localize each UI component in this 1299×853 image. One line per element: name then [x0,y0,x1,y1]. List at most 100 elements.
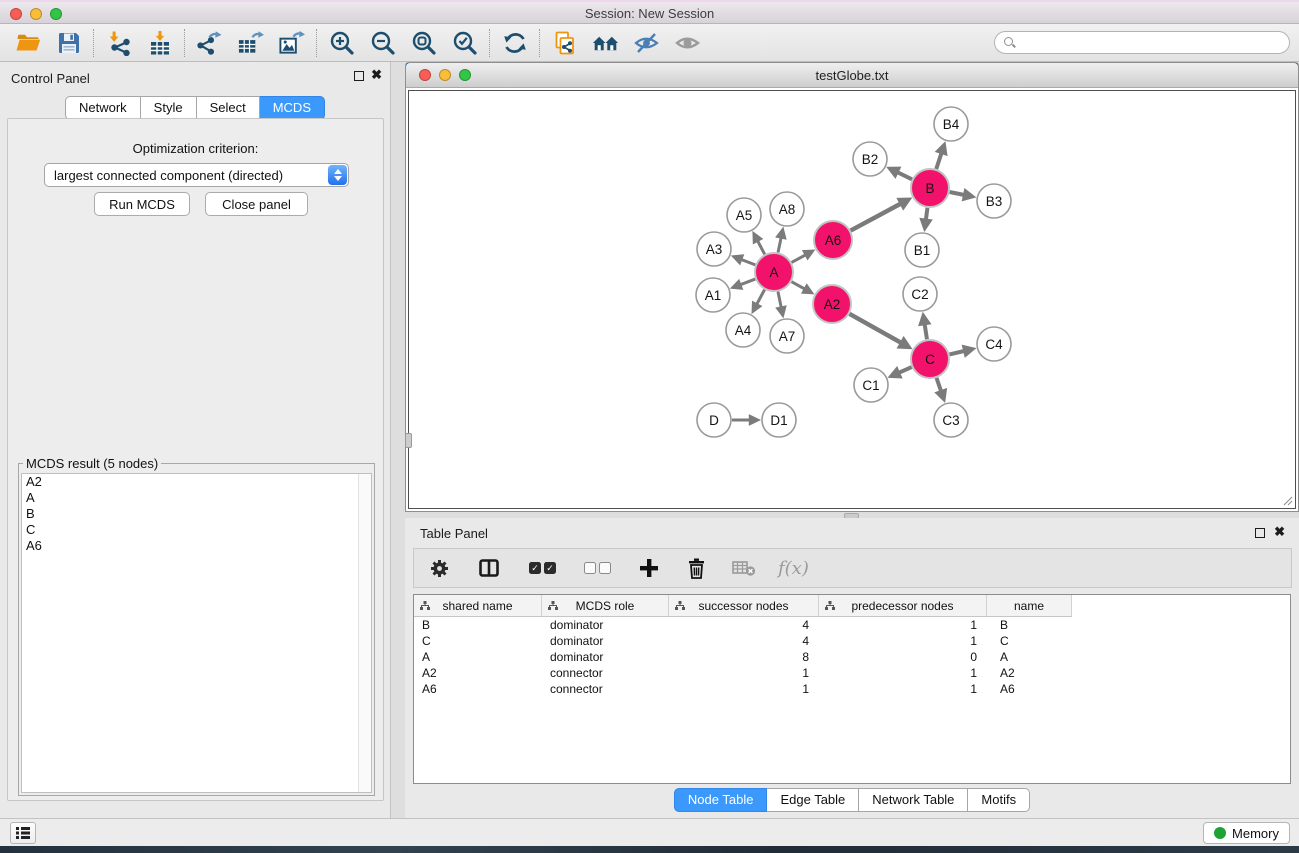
table-cell[interactable]: dominator [542,633,669,649]
graph-edge-A-A7[interactable] [778,292,781,309]
table-cell[interactable]: A2 [414,665,542,681]
table-cell[interactable]: 1 [819,617,987,633]
result-item[interactable]: A2 [22,474,371,490]
copy-network-icon[interactable] [551,29,578,56]
import-table-icon[interactable] [146,29,173,56]
mcds-result-list[interactable]: A2ABCA6 [21,473,372,793]
close-panel-icon[interactable]: ✖ [371,67,382,83]
table-cell[interactable]: 0 [819,649,987,665]
result-scrollbar[interactable] [358,474,371,792]
column-header-shared-name[interactable]: shared name [414,595,542,617]
result-item[interactable]: C [22,522,371,538]
column-layout-icon[interactable] [479,559,499,577]
tab-mcds[interactable]: MCDS [260,96,325,120]
save-session-icon[interactable] [55,29,82,56]
table-cell[interactable]: 1 [819,681,987,697]
graph-edge-A-A3[interactable] [740,259,755,265]
result-item[interactable]: A [22,490,371,506]
table-cell[interactable]: A2 [987,665,1072,681]
network-canvas[interactable]: AA1A2A3A4A5A6A7A8BB1B2B3B4CC1C2C3C4DD1 [408,90,1296,509]
graph-edge-C-C2[interactable] [925,323,927,339]
search-input[interactable] [1016,34,1289,52]
settings-gear-icon[interactable] [430,559,449,578]
graph-edge-C-C3[interactable] [937,378,942,392]
import-network-icon[interactable] [105,29,132,56]
float-table-panel-icon[interactable] [1255,528,1265,538]
graph-edge-A2-C[interactable] [849,314,901,343]
first-neighbors-icon[interactable] [592,29,619,56]
delete-column-icon[interactable] [687,558,706,579]
column-header-successor-nodes[interactable]: successor nodes [669,595,819,617]
memory-button[interactable]: Memory [1203,822,1290,844]
show-all-icon[interactable] [674,29,701,56]
result-item[interactable]: B [22,506,371,522]
table-cell[interactable]: A6 [987,681,1072,697]
table-cell[interactable]: dominator [542,617,669,633]
task-history-button[interactable] [10,822,36,844]
table-cell[interactable]: A [414,649,542,665]
export-network-icon[interactable] [196,29,223,56]
graph-edge-A-A5[interactable] [757,240,765,254]
table-cell[interactable]: 4 [669,633,819,649]
vertical-scrollbar-thumb[interactable] [405,433,412,448]
result-item[interactable]: A6 [22,538,371,554]
tab-network-table[interactable]: Network Table [859,788,968,812]
float-panel-icon[interactable] [354,71,364,81]
tab-motifs[interactable]: Motifs [968,788,1030,812]
table-cell[interactable]: B [987,617,1072,633]
column-header-name[interactable]: name [987,595,1072,617]
column-header-predecessor-nodes[interactable]: predecessor nodes [819,595,987,617]
table-cell[interactable]: A [987,649,1072,665]
table-row[interactable]: Cdominator41C [414,633,1290,649]
tab-node-table[interactable]: Node Table [674,788,768,812]
graph-edge-C-C1[interactable] [898,367,912,373]
graph-edge-A-A6[interactable] [792,254,807,262]
table-row[interactable]: A2connector11A2 [414,665,1290,681]
close-panel-button[interactable]: Close panel [205,192,308,216]
apply-layout-icon[interactable] [501,29,528,56]
close-table-panel-icon[interactable]: ✖ [1274,524,1285,540]
tab-edge-table[interactable]: Edge Table [767,788,859,812]
add-column-icon[interactable] [639,558,659,578]
table-cell[interactable]: B [414,617,542,633]
network-window-titlebar[interactable]: testGlobe.txt [406,63,1298,88]
table-cell[interactable]: C [987,633,1072,649]
search-box[interactable] [994,31,1290,54]
export-table-icon[interactable] [237,29,264,56]
hide-selected-icon[interactable] [633,29,660,56]
graph-edge-A-A1[interactable] [739,279,755,285]
zoom-out-icon[interactable] [369,29,396,56]
graph-edge-C-C4[interactable] [949,351,965,355]
graph-edge-B-B3[interactable] [950,192,965,195]
table-cell[interactable]: dominator [542,649,669,665]
tab-style[interactable]: Style [141,96,197,120]
table-cell[interactable]: 8 [669,649,819,665]
zoom-fit-icon[interactable] [410,29,437,56]
criterion-dropdown[interactable]: largest connected component (directed) [44,163,349,187]
table-cell[interactable]: 1 [819,665,987,681]
export-image-icon[interactable] [278,29,305,56]
select-all-icon[interactable]: ✓✓ [529,562,556,574]
column-header-MCDS-role[interactable]: MCDS role [542,595,669,617]
table-cell[interactable]: 1 [669,681,819,697]
table-cell[interactable]: connector [542,665,669,681]
table-cell[interactable]: C [414,633,542,649]
deselect-all-icon[interactable] [584,562,611,574]
table-cell[interactable]: 1 [669,665,819,681]
zoom-selected-icon[interactable] [451,29,478,56]
graph-edge-B-B2[interactable] [897,172,912,179]
graph-edge-A-A8[interactable] [778,237,781,253]
resize-grip-icon[interactable] [1281,494,1293,506]
table-cell[interactable]: 4 [669,617,819,633]
tab-network[interactable]: Network [65,96,141,120]
graph-edge-A-A4[interactable] [756,290,764,305]
graph-edge-B-B4[interactable] [936,152,942,169]
zoom-in-icon[interactable] [328,29,355,56]
tab-select[interactable]: Select [197,96,260,120]
table-row[interactable]: Adominator80A [414,649,1290,665]
table-row[interactable]: Bdominator41B [414,617,1290,633]
run-mcds-button[interactable]: Run MCDS [94,192,190,216]
graph-edge-A6-B[interactable] [851,203,902,230]
table-cell[interactable]: connector [542,681,669,697]
table-cell[interactable]: A6 [414,681,542,697]
